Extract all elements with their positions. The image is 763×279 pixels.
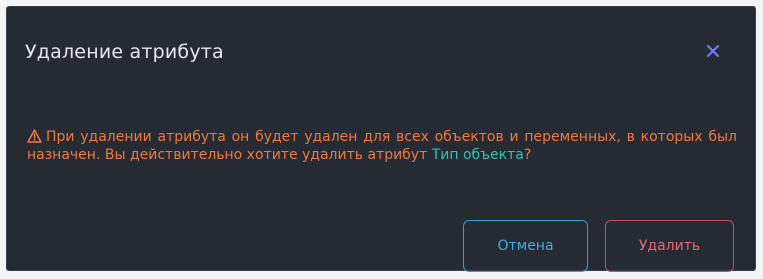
attribute-name: Тип объекта bbox=[431, 147, 524, 163]
delete-attribute-dialog: Удаление атрибута При удалении атрибута … bbox=[6, 6, 756, 272]
cancel-button[interactable]: Отмена bbox=[463, 220, 588, 272]
warning-message-suffix: ? bbox=[523, 147, 532, 163]
delete-button[interactable]: Удалить bbox=[605, 220, 734, 272]
cancel-button-label: Отмена bbox=[497, 238, 554, 254]
warning-message-text: При удалении атрибута он будет удален дл… bbox=[27, 129, 737, 163]
warning-message: При удалении атрибута он будет удален дл… bbox=[27, 128, 737, 164]
delete-button-label: Удалить bbox=[638, 238, 701, 254]
close-button[interactable] bbox=[701, 39, 725, 63]
close-icon bbox=[707, 45, 719, 57]
warning-triangle-icon bbox=[27, 129, 42, 143]
dialog-title: Удаление атрибута bbox=[25, 41, 224, 63]
